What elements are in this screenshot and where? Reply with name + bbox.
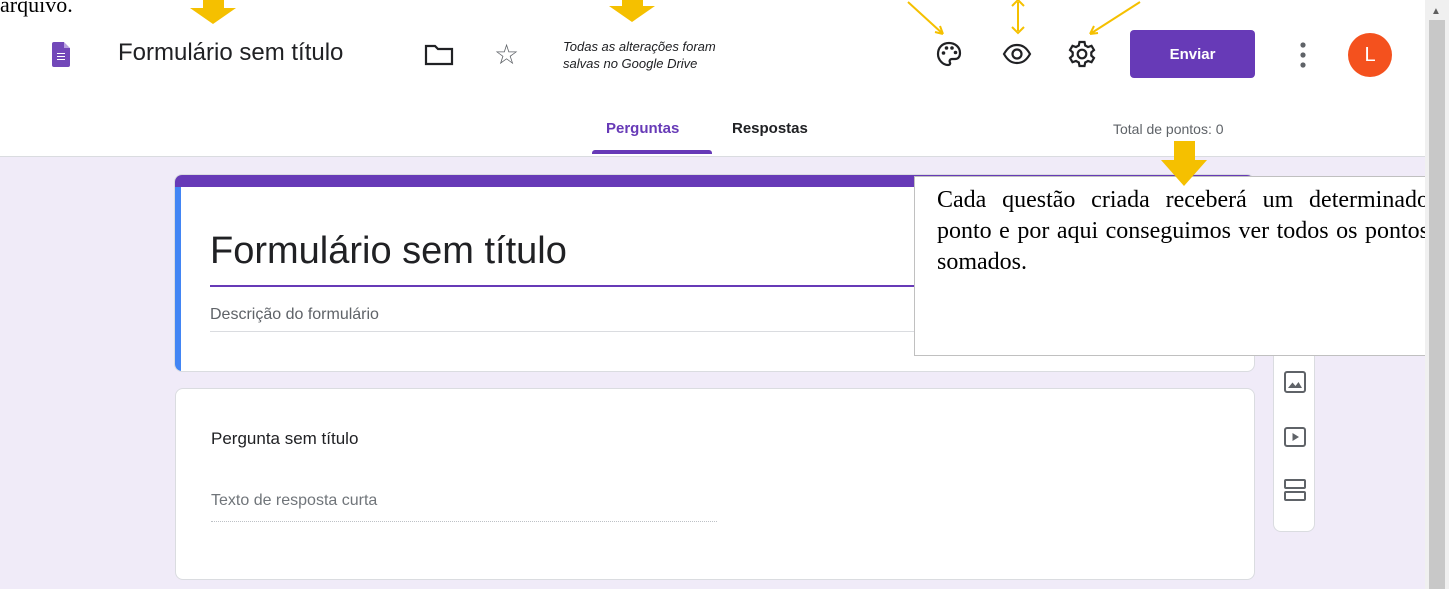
scroll-up-icon[interactable]: ▲ xyxy=(1431,6,1441,17)
annotation-arrows xyxy=(190,0,1207,186)
arrow-points-icon xyxy=(1161,141,1207,186)
arrow-palette-icon xyxy=(907,1,944,35)
arrow-saved-icon xyxy=(609,0,655,22)
scrollbar[interactable]: ▲ xyxy=(1425,0,1449,589)
scroll-thumb[interactable] xyxy=(1429,20,1445,589)
arrow-title-icon xyxy=(190,0,236,24)
arrow-gear-icon xyxy=(1089,1,1141,35)
tutorial-caption: arquivo. xyxy=(0,0,73,17)
arrow-eye-icon xyxy=(1011,0,1025,35)
